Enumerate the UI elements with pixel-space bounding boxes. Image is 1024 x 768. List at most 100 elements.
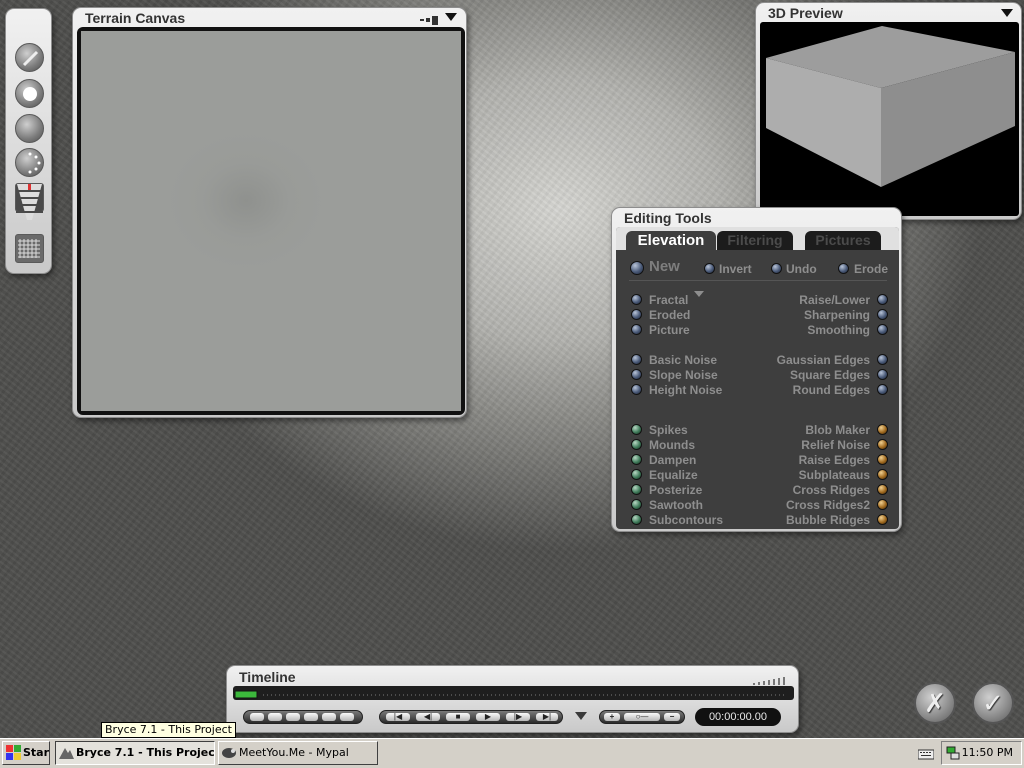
raise-lower-command[interactable]: Raise/Lower	[799, 293, 870, 307]
cross-ridges2-dot[interactable]	[877, 499, 888, 510]
clock[interactable]: 11:50 PM	[962, 746, 1013, 759]
basic-noise-command[interactable]: Basic Noise	[649, 353, 717, 367]
remove-key-icon[interactable]: −	[664, 713, 680, 721]
gaussian-edges-command[interactable]: Gaussian Edges	[777, 353, 870, 367]
cancel-button[interactable]: ✗	[914, 682, 956, 724]
memory-slot-3[interactable]	[286, 713, 300, 721]
tab-filtering[interactable]: Filtering	[717, 231, 793, 250]
dampen-dot[interactable]	[631, 454, 642, 465]
sawtooth-command[interactable]: Sawtooth	[649, 498, 703, 512]
erode-button-dot[interactable]	[838, 263, 849, 274]
blob-maker-command[interactable]: Blob Maker	[805, 423, 870, 437]
play-icon[interactable]: ▶	[476, 713, 500, 721]
add-key-icon[interactable]: +	[604, 713, 620, 721]
slope-noise-dot[interactable]	[631, 369, 642, 380]
stop-icon[interactable]: ■	[446, 713, 470, 721]
mounds-dot[interactable]	[631, 439, 642, 450]
brush-shape-tool[interactable]	[15, 79, 44, 108]
bubble-ridges-command[interactable]: Bubble Ridges	[786, 513, 870, 527]
subcontours-command[interactable]: Subcontours	[649, 513, 723, 527]
memory-slot-5[interactable]	[322, 713, 336, 721]
zoom-icon[interactable]	[420, 12, 438, 25]
eroded-command[interactable]: Eroded	[649, 308, 690, 322]
canvas-menu-chevron-icon[interactable]	[445, 13, 457, 21]
go-to-end-icon[interactable]: ▶|	[536, 713, 558, 721]
square-edges-dot[interactable]	[877, 369, 888, 380]
smoothing-command[interactable]: Smoothing	[807, 323, 870, 337]
eroded-dot[interactable]	[631, 309, 642, 320]
memory-slot-6[interactable]	[340, 713, 354, 721]
picture-command[interactable]: Picture	[649, 323, 690, 337]
task-mypal[interactable]: MeetYou.Me - Mypal	[218, 741, 378, 765]
smoothing-dot[interactable]	[877, 324, 888, 335]
height-noise-dot[interactable]	[631, 384, 642, 395]
undo-button[interactable]: Undo	[786, 262, 817, 276]
slope-noise-command[interactable]: Slope Noise	[649, 368, 718, 382]
subplateaus-dot[interactable]	[877, 469, 888, 480]
sharpening-command[interactable]: Sharpening	[804, 308, 870, 322]
fractal-dot[interactable]	[631, 294, 642, 305]
network-icon[interactable]	[946, 746, 960, 768]
preview-menu-chevron-icon[interactable]	[1001, 9, 1013, 17]
posterize-dot[interactable]	[631, 484, 642, 495]
invert-button[interactable]: Invert	[719, 262, 752, 276]
memory-slot-4[interactable]	[304, 713, 318, 721]
equalize-command[interactable]: Equalize	[649, 468, 698, 482]
keyboard-icon[interactable]	[917, 747, 935, 765]
playback-options-chevron-icon[interactable]	[575, 712, 587, 720]
posterize-command[interactable]: Posterize	[649, 483, 702, 497]
subcontours-dot[interactable]	[631, 514, 642, 525]
bubble-ridges-dot[interactable]	[877, 514, 888, 525]
erode-button[interactable]: Erode	[854, 262, 888, 276]
cross-ridges2-command[interactable]: Cross Ridges2	[786, 498, 870, 512]
brush-flow-tool[interactable]	[15, 148, 44, 177]
dampen-command[interactable]: Dampen	[649, 453, 696, 467]
blob-maker-dot[interactable]	[877, 424, 888, 435]
relief-noise-command[interactable]: Relief Noise	[801, 438, 870, 452]
tab-pictures[interactable]: Pictures	[805, 231, 881, 250]
start-button[interactable]: Start	[2, 741, 50, 765]
confirm-button[interactable]: ✓	[972, 682, 1014, 724]
step-back-icon[interactable]: ◀|	[416, 713, 440, 721]
preview-viewport[interactable]	[760, 22, 1019, 216]
tab-elevation[interactable]: Elevation	[626, 231, 716, 250]
terrain-heightmap[interactable]	[81, 31, 461, 411]
sharpening-dot[interactable]	[877, 309, 888, 320]
cross-ridges-dot[interactable]	[877, 484, 888, 495]
brush-size-tool[interactable]	[15, 43, 44, 72]
invert-button-dot[interactable]	[704, 263, 715, 274]
step-forward-icon[interactable]: |▶	[506, 713, 530, 721]
new-button-dot[interactable]	[630, 261, 644, 275]
elevation-brush-tool[interactable]	[15, 183, 44, 220]
key-icon[interactable]: ○—	[624, 713, 660, 721]
go-to-start-icon[interactable]: |◀	[386, 713, 410, 721]
height-noise-command[interactable]: Height Noise	[649, 383, 722, 397]
square-edges-command[interactable]: Square Edges	[790, 368, 870, 382]
task-bryce[interactable]: Bryce 7.1 - This Project	[55, 741, 215, 765]
spikes-command[interactable]: Spikes	[649, 423, 688, 437]
relief-noise-dot[interactable]	[877, 439, 888, 450]
round-edges-dot[interactable]	[877, 384, 888, 395]
raise-lower-dot[interactable]	[877, 294, 888, 305]
undo-button-dot[interactable]	[771, 263, 782, 274]
fractal-command[interactable]: Fractal	[649, 293, 688, 307]
raise-edges-dot[interactable]	[877, 454, 888, 465]
grid-resolution-tool[interactable]	[15, 234, 44, 263]
spikes-dot[interactable]	[631, 424, 642, 435]
timeline-track[interactable]	[233, 686, 794, 700]
basic-noise-dot[interactable]	[631, 354, 642, 365]
picture-dot[interactable]	[631, 324, 642, 335]
cross-ridges-command[interactable]: Cross Ridges	[793, 483, 870, 497]
equalize-dot[interactable]	[631, 469, 642, 480]
subplateaus-command[interactable]: Subplateaus	[799, 468, 870, 482]
gaussian-edges-dot[interactable]	[877, 354, 888, 365]
raise-edges-command[interactable]: Raise Edges	[799, 453, 870, 467]
mounds-command[interactable]: Mounds	[649, 438, 695, 452]
new-button[interactable]: New	[649, 259, 680, 274]
round-edges-command[interactable]: Round Edges	[793, 383, 870, 397]
memory-slot-2[interactable]	[268, 713, 282, 721]
sawtooth-dot[interactable]	[631, 499, 642, 510]
memory-slot-1[interactable]	[250, 713, 264, 721]
brush-softness-tool[interactable]	[15, 114, 44, 143]
fractal-dropdown-chevron-icon[interactable]	[694, 291, 704, 297]
